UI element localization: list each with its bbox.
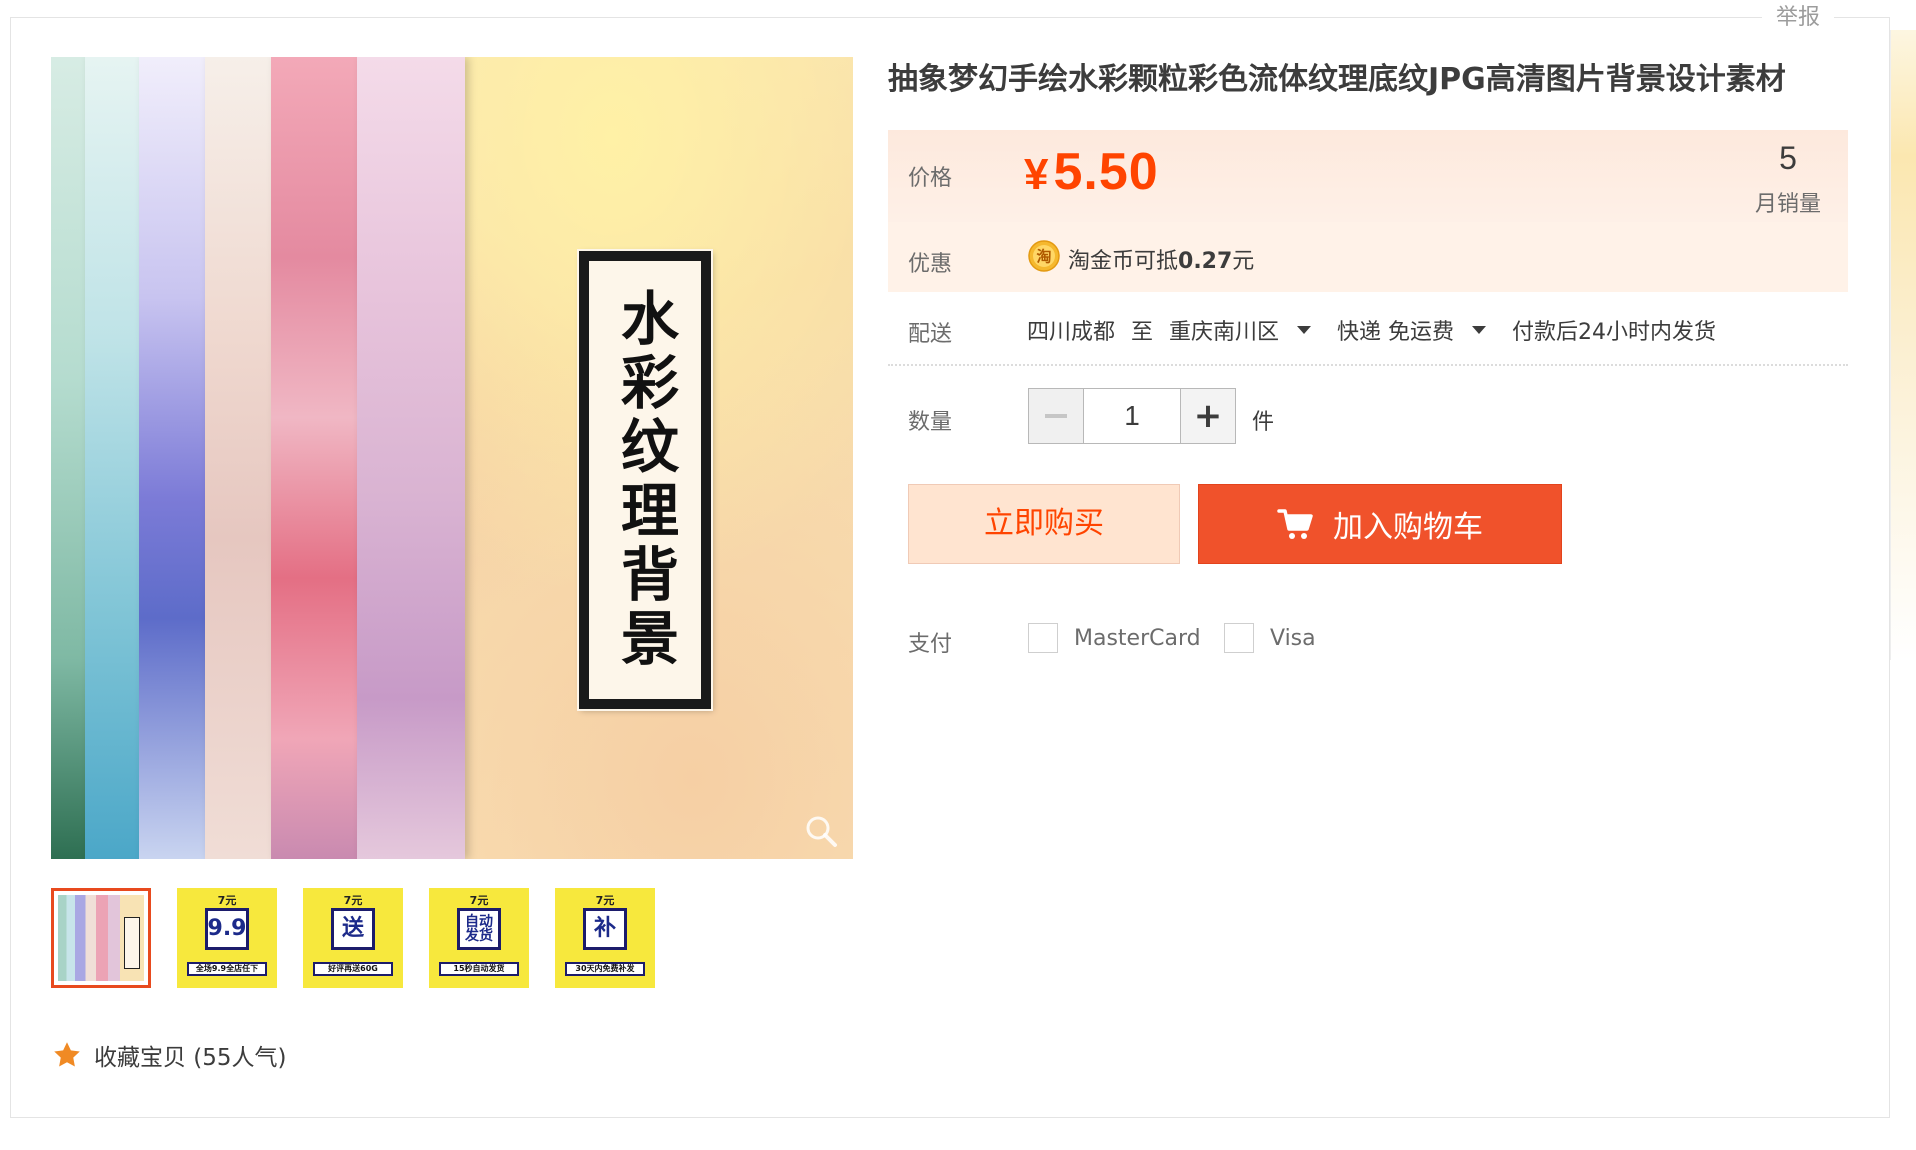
thumbnail-tag: 7元 xyxy=(595,894,615,907)
price-label: 价格 xyxy=(908,166,953,191)
thumbnail-caption: 好评再送60G xyxy=(313,962,393,976)
visa-checkbox[interactable] xyxy=(1224,623,1254,653)
price-row: 价格 ¥5.50 5 月销量 xyxy=(888,130,1848,222)
thumbnail-badge: 补 xyxy=(583,908,627,950)
thumbnail-tag: 7元 xyxy=(469,894,489,907)
image-title-text: 水彩纹理背景 xyxy=(611,288,679,672)
watercolor-strip xyxy=(271,57,363,859)
thumbnail-2[interactable]: 7元 9.9 全场9.9全店任下 xyxy=(177,888,277,988)
thumbnail-5[interactable]: 7元 补 30天内免费补发 xyxy=(555,888,655,988)
payment-option-visa[interactable]: Visa xyxy=(1224,623,1316,653)
promo-prefix: 淘金币可抵 xyxy=(1068,249,1179,274)
decrease-quantity-button[interactable] xyxy=(1029,389,1084,443)
product-title: 抽象梦幻手绘水彩颗粒彩色流体纹理底纹JPG高清图片背景设计素材 xyxy=(888,62,1786,97)
quantity-stepper: 1 + xyxy=(1028,388,1236,444)
main-product-image[interactable]: 水彩纹理背景 xyxy=(51,57,853,859)
add-to-cart-button[interactable]: 加入购物车 xyxy=(1198,484,1562,564)
sidebar-peek xyxy=(1890,30,1916,660)
taobao-coin-icon: 淘 xyxy=(1028,240,1060,272)
image-title-card: 水彩纹理背景 xyxy=(577,249,713,711)
payment-label: 支付 xyxy=(908,632,953,657)
dispatch-time: 付款后24小时内发货 xyxy=(1512,320,1717,345)
shipping-label: 配送 xyxy=(908,322,953,347)
price-value: ¥5.50 xyxy=(1024,142,1159,202)
divider xyxy=(888,364,1848,366)
thumbnail-badge: 送 xyxy=(331,908,375,950)
thumbnail-tag: 7元 xyxy=(343,894,363,907)
quantity-label: 数量 xyxy=(908,410,953,435)
star-icon xyxy=(54,1042,80,1067)
shipping-row: 四川成都 至 重庆南川区 快递 免运费 付款后24小时内发货 xyxy=(1027,314,1716,346)
ship-from: 四川成都 xyxy=(1027,320,1116,345)
thumbnail-tag: 7元 xyxy=(217,894,237,907)
add-to-cart-label: 加入购物车 xyxy=(1333,510,1483,545)
monthly-sales-count: 5 xyxy=(1779,140,1797,176)
minus-icon xyxy=(1045,414,1067,418)
thumbnail-badge: 9.9 xyxy=(205,908,249,950)
favorite-button[interactable]: 收藏宝贝 (55人气) xyxy=(52,1038,287,1072)
increase-quantity-button[interactable]: + xyxy=(1180,389,1235,443)
watercolor-strip xyxy=(357,57,465,859)
visa-label: Visa xyxy=(1270,625,1316,651)
thumbnail-badge: 自动发货 xyxy=(457,908,501,950)
coin-icon-glyph: 淘 xyxy=(1035,248,1051,266)
quantity-unit: 件 xyxy=(1252,410,1275,435)
thumbnail-3[interactable]: 7元 送 好评再送60G xyxy=(303,888,403,988)
quantity-input[interactable]: 1 xyxy=(1084,389,1180,443)
thumbnail-caption: 全场9.9全店任下 xyxy=(187,962,267,976)
promo-amount: 0.27 xyxy=(1178,249,1233,274)
monthly-sales-label: 月销量 xyxy=(1754,192,1821,217)
watercolor-strip xyxy=(205,57,277,859)
thumbnail-caption: 15秒自动发货 xyxy=(439,962,519,976)
mastercard-checkbox[interactable] xyxy=(1028,623,1058,653)
price-amount: 5.50 xyxy=(1053,143,1159,201)
chevron-down-icon[interactable] xyxy=(1472,326,1487,334)
thumbnail-caption: 30天内免费补发 xyxy=(565,962,645,976)
thumbnail-card xyxy=(124,917,140,969)
ship-to-word: 至 xyxy=(1131,320,1154,345)
promo-suffix: 元 xyxy=(1232,249,1255,274)
zoom-icon[interactable] xyxy=(804,814,838,848)
payment-option-mastercard[interactable]: MasterCard xyxy=(1028,623,1201,653)
favorite-label: 收藏宝贝 (55人气) xyxy=(94,1045,287,1071)
cart-icon xyxy=(1277,509,1313,539)
promo-text: 淘金币可抵0.27元 xyxy=(1068,243,1254,275)
thumbnail-1[interactable] xyxy=(51,888,151,988)
mastercard-label: MasterCard xyxy=(1074,625,1201,651)
shipping-method-select[interactable]: 快递 免运费 xyxy=(1337,314,1454,346)
destination-select[interactable]: 重庆南川区 xyxy=(1169,314,1279,346)
price-box: 价格 ¥5.50 5 月销量 优惠 淘 淘金币可抵0.27元 xyxy=(888,130,1848,292)
thumbnail-4[interactable]: 7元 自动发货 15秒自动发货 xyxy=(429,888,529,988)
currency-symbol: ¥ xyxy=(1024,150,1050,199)
promo-label: 优惠 xyxy=(908,252,953,277)
buy-now-button[interactable]: 立即购买 xyxy=(908,484,1180,564)
chevron-down-icon[interactable] xyxy=(1297,326,1312,334)
watercolor-strip xyxy=(139,57,211,859)
report-link[interactable]: 举报 xyxy=(1762,4,1835,32)
